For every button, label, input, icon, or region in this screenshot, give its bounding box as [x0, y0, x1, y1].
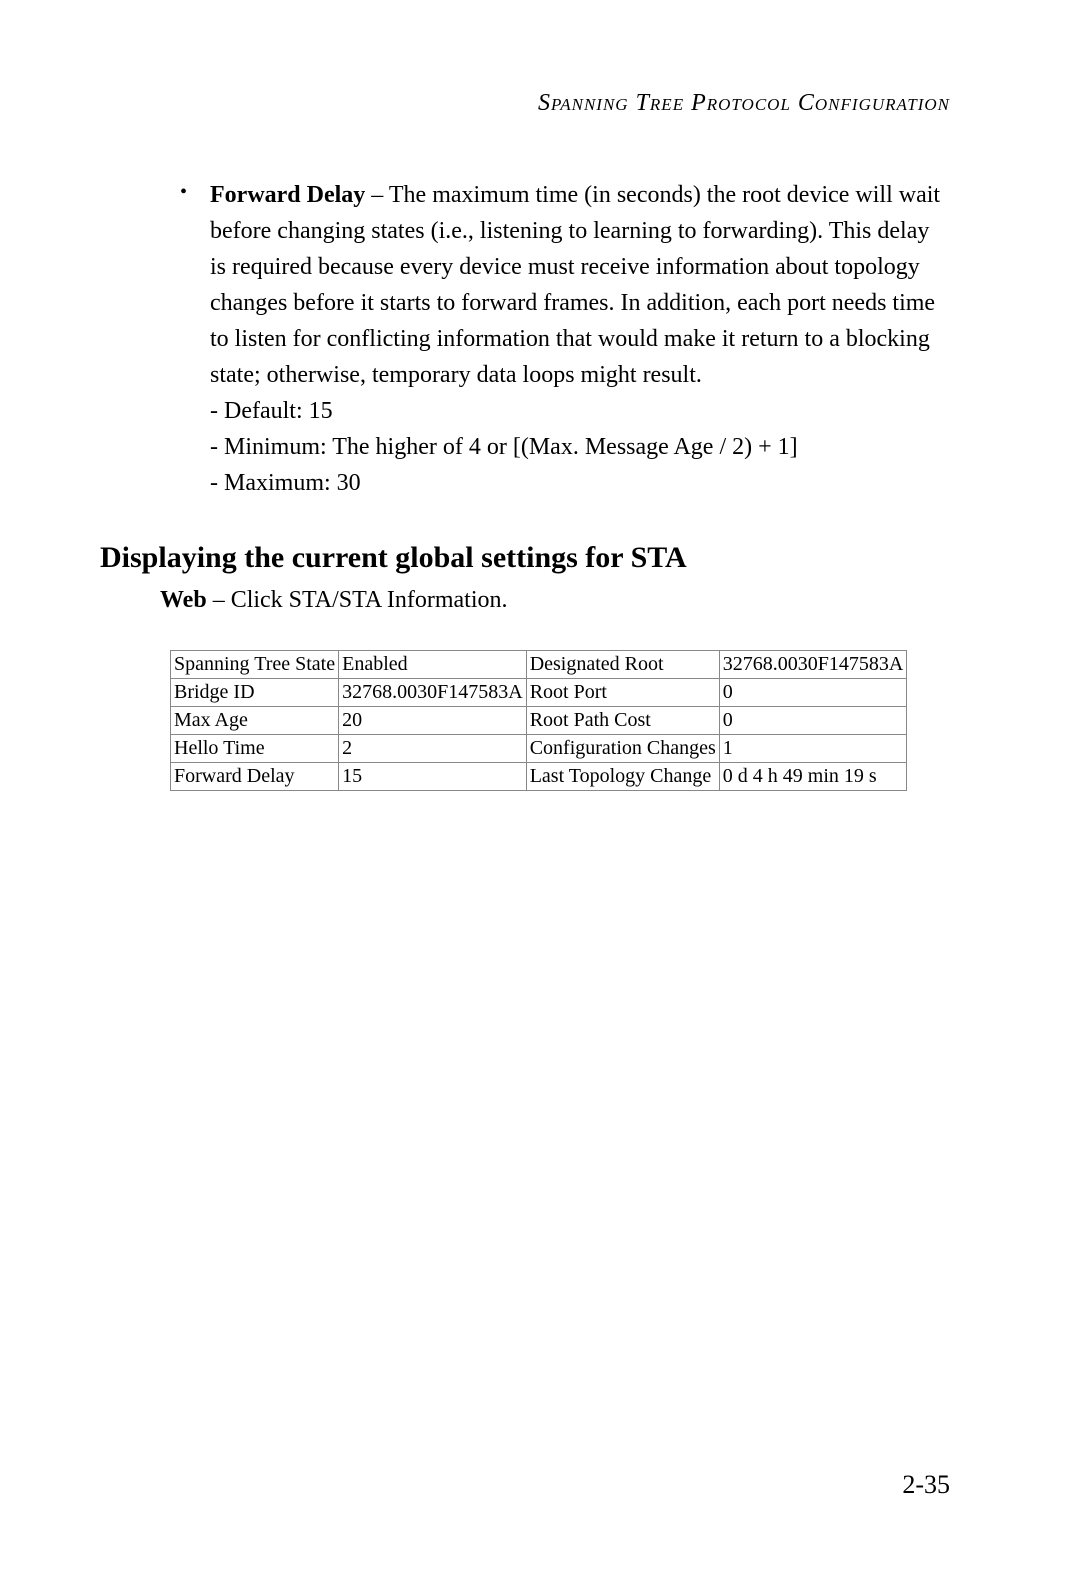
- page-number: 2-35: [902, 1470, 950, 1500]
- table-row: Forward Delay 15 Last Topology Change 0 …: [171, 763, 907, 791]
- table-cell: 20: [339, 707, 527, 735]
- bullet-sub-item: - Default: 15: [210, 393, 950, 429]
- table-cell: Forward Delay: [171, 763, 339, 791]
- table-cell: Last Topology Change: [526, 763, 719, 791]
- bullet-sub-item: - Minimum: The higher of 4 or [(Max. Mes…: [210, 429, 950, 465]
- section-heading: Displaying the current global settings f…: [100, 541, 980, 575]
- bullet-sep: –: [365, 182, 389, 208]
- table-cell: 1: [719, 735, 907, 763]
- bullet-icon: •: [180, 181, 187, 204]
- table-cell: Spanning Tree State: [171, 651, 339, 679]
- table-cell: 0: [719, 707, 907, 735]
- table-row: Bridge ID 32768.0030F147583A Root Port 0: [171, 679, 907, 707]
- bullet-text: Forward Delay – The maximum time (in sec…: [210, 177, 950, 393]
- table-row: Spanning Tree State Enabled Designated R…: [171, 651, 907, 679]
- table-cell: Enabled: [339, 651, 527, 679]
- table-cell: 15: [339, 763, 527, 791]
- table-cell: 0: [719, 679, 907, 707]
- instruction-text: Click STA/STA Information.: [231, 587, 508, 613]
- table-cell: Bridge ID: [171, 679, 339, 707]
- instruction-label: Web: [160, 587, 207, 613]
- table-row: Hello Time 2 Configuration Changes 1: [171, 735, 907, 763]
- table-row: Max Age 20 Root Path Cost 0: [171, 707, 907, 735]
- bullet-description: The maximum time (in seconds) the root d…: [210, 182, 940, 388]
- table-cell: Configuration Changes: [526, 735, 719, 763]
- table-cell: Root Path Cost: [526, 707, 719, 735]
- table-cell: 0 d 4 h 49 min 19 s: [719, 763, 907, 791]
- bullet-sub-item: - Maximum: 30: [210, 465, 950, 501]
- table-cell: Max Age: [171, 707, 339, 735]
- table-cell: Designated Root: [526, 651, 719, 679]
- bullet-item: • Forward Delay – The maximum time (in s…: [210, 177, 950, 501]
- instruction-sep: –: [207, 587, 231, 613]
- instruction-line: Web – Click STA/STA Information.: [160, 587, 980, 614]
- table-cell: Root Port: [526, 679, 719, 707]
- table-cell: 32768.0030F147583A: [719, 651, 907, 679]
- table-cell: 2: [339, 735, 527, 763]
- sta-info-table: Spanning Tree State Enabled Designated R…: [170, 650, 907, 791]
- bullet-label: Forward Delay: [210, 182, 365, 208]
- page-header-title: Spanning Tree Protocol Configuration: [100, 90, 980, 117]
- table-cell: 32768.0030F147583A: [339, 679, 527, 707]
- table-cell: Hello Time: [171, 735, 339, 763]
